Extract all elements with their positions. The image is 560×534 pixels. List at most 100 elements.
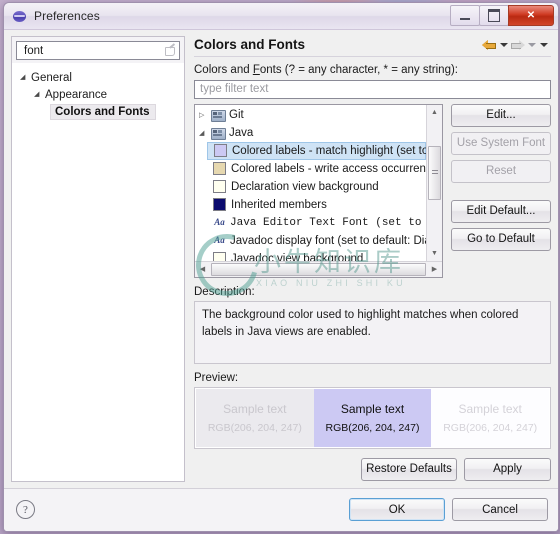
preferences-tree[interactable]: ◢ General ◢ Appearance Colors and Fonts — [12, 63, 184, 481]
chevron-down-icon[interactable] — [526, 38, 537, 52]
preview-rgb-value: RGB(206, 204, 247) — [207, 422, 302, 435]
vertical-scrollbar-thumb[interactable] — [428, 145, 441, 200]
globe-icon — [12, 8, 28, 24]
nav-item-appearance[interactable]: ◢ Appearance — [14, 86, 182, 103]
nav-item-label: Colors and Fonts — [50, 103, 156, 120]
window-titlebar: Preferences ✕ — [4, 3, 558, 30]
description-label: Description: — [194, 285, 255, 298]
page-nav-toolbar — [482, 36, 551, 52]
table-row[interactable]: Inherited members — [195, 196, 426, 214]
scroll-left-icon[interactable]: ◀ — [195, 262, 210, 277]
preview-sample-text: Sample text — [223, 402, 287, 417]
nav-item-label: Appearance — [45, 88, 108, 101]
go-to-default-button[interactable]: Go to Default — [451, 227, 551, 251]
vertical-scrollbar[interactable]: ▲ ▼ — [426, 104, 442, 261]
preview-cell-inactive-left: Sample text RGB(206, 204, 247) — [196, 389, 314, 447]
tree-row[interactable]: ▷ Git — [195, 106, 426, 124]
window-controls: ✕ — [450, 5, 554, 26]
preview-rgb-value: RGB(206, 204, 247) — [443, 422, 538, 435]
nav-item-colors-and-fonts[interactable]: Colors and Fonts — [14, 103, 182, 120]
colors-and-fonts-tree[interactable]: ▷ Git ◢ Java Colored labels - match high… — [194, 103, 443, 278]
chevron-down-icon[interactable] — [498, 38, 509, 52]
table-row[interactable]: Declaration view background — [195, 178, 426, 196]
twisty-expanded-icon[interactable]: ◢ — [34, 91, 45, 98]
horizontal-scrollbar[interactable]: ◀ ▶ — [195, 260, 442, 277]
reset-button: Reset — [451, 159, 551, 183]
preview-sample-text: Sample text — [458, 402, 522, 417]
preview-label: Preview: — [194, 372, 239, 385]
table-row[interactable]: Aa Javadoc display font (set to default:… — [195, 232, 426, 250]
preview-sample-text: Sample text — [340, 402, 405, 417]
header-divider — [194, 56, 551, 57]
filter-label: Colors and Fonts (? = any character, * =… — [194, 64, 551, 76]
table-row[interactable]: Aa Java Editor Text Font (set to defa — [195, 214, 426, 232]
minimize-button[interactable] — [450, 5, 480, 26]
filter-label-accel: F — [252, 63, 260, 76]
preview-panel: Sample text RGB(206, 204, 247) Sample te… — [194, 387, 551, 449]
twisty-expanded-icon[interactable]: ◢ — [199, 129, 211, 137]
color-swatch[interactable] — [213, 162, 226, 176]
tree-row-label: Inherited members — [231, 198, 327, 211]
filter-input[interactable]: type filter text — [194, 79, 551, 99]
tree-side-buttons: Edit... Use System Font Reset Edit Defau… — [451, 103, 551, 251]
color-swatch[interactable] — [214, 144, 227, 158]
category-icon — [211, 126, 226, 141]
preference-page: Colors and Fonts Colors and Fonts (? = a… — [185, 36, 551, 488]
dialog-footer: ? OK Cancel — [4, 488, 558, 531]
page-header: Colors and Fonts — [194, 36, 551, 56]
preferences-dialog: Preferences ✕ ◢ General ◢ — [3, 2, 559, 532]
nav-item-label: General — [31, 71, 72, 84]
apply-button[interactable]: Apply — [464, 457, 551, 481]
nav-filter-box[interactable] — [16, 41, 180, 60]
tree-row-label: Declaration view background — [231, 180, 379, 193]
nav-filter-wrap — [12, 37, 184, 63]
tree-row-label: Javadoc display font (set to default: Di… — [230, 234, 426, 247]
back-arrow-icon[interactable] — [482, 38, 497, 52]
footer-buttons: OK Cancel — [349, 498, 548, 521]
ok-button[interactable]: OK — [349, 498, 445, 521]
color-swatch[interactable] — [213, 180, 226, 194]
description-text: The background color used to highlight m… — [194, 300, 551, 365]
tree-row-label: Colored labels - match highlight (set to… — [232, 144, 426, 157]
maximize-button[interactable] — [479, 5, 509, 26]
tree-row-label: Java — [229, 126, 254, 139]
restore-defaults-button[interactable]: Restore Defaults — [361, 457, 457, 481]
close-button[interactable]: ✕ — [508, 5, 554, 26]
table-row[interactable]: Colored labels - match highlight (set to… — [207, 141, 426, 160]
tree-row-label: Colored labels - write access occurrence… — [231, 162, 426, 175]
chevron-down-icon[interactable] — [538, 38, 549, 52]
dialog-body: ◢ General ◢ Appearance Colors and Fonts … — [4, 30, 558, 488]
preview-cell-inactive-right: Sample text RGB(206, 204, 247) — [431, 389, 550, 447]
filter-label-post: onts (? = any character, * = any string)… — [259, 63, 458, 76]
tree-row-label: Java Editor Text Font (set to defa — [230, 216, 426, 229]
forward-arrow-icon — [510, 38, 525, 52]
edit-default-button[interactable]: Edit Default... — [451, 199, 551, 223]
font-icon: Aa — [214, 235, 225, 246]
nav-item-general[interactable]: ◢ General — [14, 69, 182, 86]
tree-row-label: Git — [229, 108, 244, 121]
category-icon — [211, 108, 226, 123]
cancel-button[interactable]: Cancel — [452, 498, 548, 521]
preview-rgb-value: RGB(206, 204, 247) — [325, 422, 420, 435]
clear-icon[interactable] — [163, 44, 176, 57]
tree-row[interactable]: ◢ Java — [195, 124, 426, 142]
search-input[interactable] — [22, 43, 163, 58]
table-row[interactable]: Javadoc view background — [195, 250, 426, 261]
preferences-navigation-pane: ◢ General ◢ Appearance Colors and Fonts — [11, 36, 185, 482]
tree-and-buttons-row: ▷ Git ◢ Java Colored labels - match high… — [194, 103, 551, 278]
table-row[interactable]: Colored labels - write access occurrence… — [195, 160, 426, 178]
color-swatch[interactable] — [213, 252, 226, 261]
twisty-expanded-icon[interactable]: ◢ — [20, 74, 31, 81]
scroll-right-icon[interactable]: ▶ — [427, 262, 442, 277]
horizontal-scrollbar-thumb[interactable] — [211, 262, 426, 276]
scroll-down-icon[interactable]: ▼ — [427, 246, 442, 261]
scroll-up-icon[interactable]: ▲ — [427, 105, 442, 120]
preview-cell-active: Sample text RGB(206, 204, 247) — [313, 389, 432, 447]
font-icon: Aa — [214, 217, 225, 228]
tree-items[interactable]: ▷ Git ◢ Java Colored labels - match high… — [195, 105, 426, 261]
edit-button[interactable]: Edit... — [451, 103, 551, 127]
twisty-collapsed-icon[interactable]: ▷ — [199, 111, 211, 119]
tree-scroll-area: ▷ Git ◢ Java Colored labels - match high… — [195, 104, 442, 261]
color-swatch[interactable] — [213, 198, 226, 212]
help-icon[interactable]: ? — [16, 500, 35, 519]
